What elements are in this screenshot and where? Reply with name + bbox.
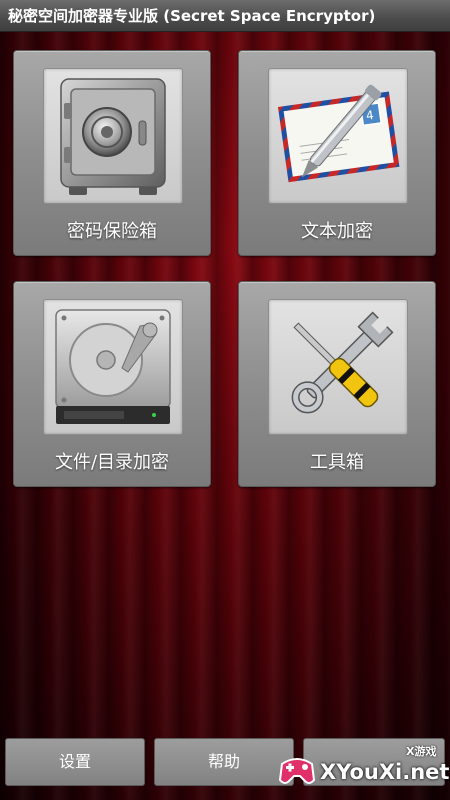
wrench-screwdriver-icon	[291, 311, 394, 414]
gamepad-logo-icon	[278, 758, 316, 784]
watermark-small-text: X游戏	[406, 745, 437, 758]
safe-icon	[60, 78, 166, 195]
settings-button[interactable]: 设置	[5, 738, 145, 786]
app-title-bar: 秘密空间加密器专业版 (Secret Space Encryptor)	[0, 0, 450, 32]
file-folder-encryption-tile[interactable]: 文件/目录加密	[13, 281, 211, 487]
toolbox-tile[interactable]: 工具箱	[238, 281, 436, 487]
hard-drive-icon	[55, 309, 171, 424]
help-button[interactable]: 帮助	[154, 738, 294, 786]
help-button-label: 帮助	[207, 752, 240, 771]
letter-pen-icon: 4	[277, 84, 400, 183]
tile-label: 文本加密	[301, 221, 373, 242]
tile-label: 工具箱	[310, 452, 364, 473]
icon-frame	[43, 299, 183, 435]
tile-label: 文件/目录加密	[54, 452, 170, 473]
tile-label: 密码保险箱	[67, 221, 157, 242]
text-encryption-tile[interactable]: 4 文本加密	[238, 50, 436, 256]
password-safe-tile[interactable]: 密码保险箱	[13, 50, 211, 256]
watermark-site-text: XYouXi.net	[320, 760, 450, 784]
icon-frame	[43, 68, 183, 204]
site-watermark: X游戏 XYouXi.net	[276, 740, 450, 798]
icon-frame: 4	[268, 68, 408, 204]
settings-button-label: 设置	[58, 752, 91, 771]
icon-frame	[268, 299, 408, 435]
app-title: 秘密空间加密器专业版 (Secret Space Encryptor)	[8, 7, 376, 25]
